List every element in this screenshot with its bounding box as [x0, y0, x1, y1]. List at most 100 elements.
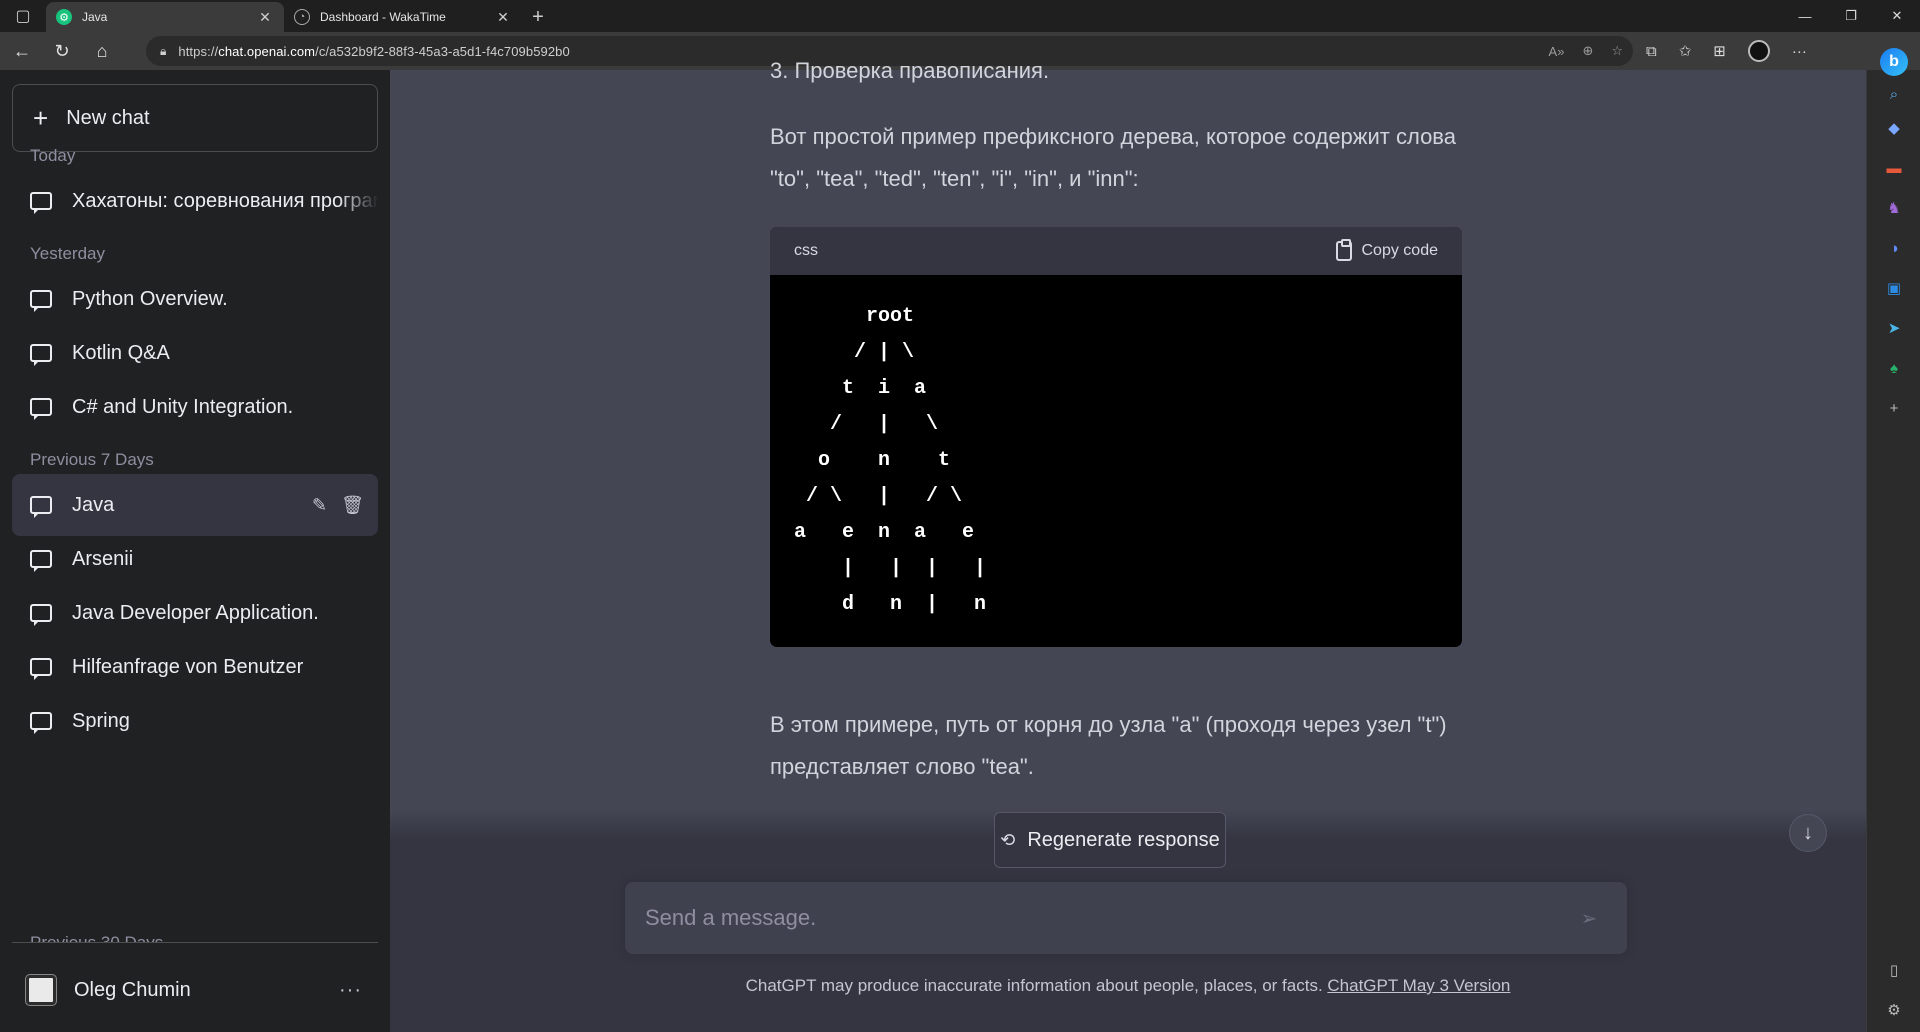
chat-item-python-overview[interactable]: Python Overview.: [12, 268, 378, 330]
message-input[interactable]: [645, 905, 1569, 931]
extensions-icon[interactable]: ⧉: [1646, 43, 1657, 60]
assistant-message-partial-line: 3. Проверка правописания.: [770, 58, 1050, 83]
new-chat-label: New chat: [66, 106, 150, 129]
more-options-icon: ···: [339, 978, 362, 1001]
tab-actions-icon[interactable]: ▢: [0, 0, 46, 32]
delete-chat-icon[interactable]: 🗑︎: [341, 495, 364, 516]
arrow-down-icon: ↓: [1803, 821, 1813, 844]
chat-bubble-icon: [30, 550, 52, 572]
chat-item-hackathons[interactable]: Хахатоны: соревнования программистов: [12, 170, 378, 232]
close-tab-icon[interactable]: ✕: [494, 9, 512, 26]
tree-icon[interactable]: ♠: [1867, 356, 1920, 380]
edge-sidebar: b ⌕ ◆ ▬ ♞ ◑ ▣ ➤ ♠ + ▯ ⚙: [1866, 48, 1920, 1032]
chat-item-arsenii[interactable]: Arsenii: [12, 528, 378, 590]
code-language-label: css: [794, 242, 818, 259]
lock-icon[interactable]: 🔒︎: [160, 44, 166, 59]
tab-title: Dashboard - WakaTime: [320, 10, 446, 24]
user-avatar: [25, 974, 57, 1006]
section-title-previous-30-days: Previous 30 Days: [30, 934, 163, 942]
refresh-icon[interactable]: ↻: [44, 35, 80, 67]
bing-chat-icon[interactable]: b: [1880, 48, 1908, 76]
chat-bubble-icon: [30, 290, 52, 312]
collections-icon[interactable]: ⊞: [1713, 42, 1726, 60]
outlook-icon[interactable]: ▣: [1867, 276, 1920, 300]
chat-item-hilfeanfrage[interactable]: Hilfeanfrage von Benutzer: [12, 636, 378, 698]
clipboard-icon: [1335, 239, 1352, 261]
conversation-panel: 3. Проверка правописания. Вот простой пр…: [390, 58, 1866, 1032]
chat-item-java[interactable]: Java ✎ 🗑︎: [12, 474, 378, 536]
chat-item-java-developer-application[interactable]: Java Developer Application.: [12, 582, 378, 644]
close-window-icon[interactable]: ✕: [1874, 0, 1920, 32]
regenerate-response-button[interactable]: ⟲ Regenerate response: [994, 812, 1226, 868]
chat-item-kotlin-qa[interactable]: Kotlin Q&A: [12, 322, 378, 384]
user-name: Oleg Chumin: [74, 978, 191, 1001]
chat-bubble-icon: [30, 496, 52, 518]
profile-avatar[interactable]: [1747, 40, 1770, 62]
restore-icon[interactable]: ❐: [1828, 0, 1874, 32]
microsoft-365-icon[interactable]: ◑: [1867, 236, 1920, 260]
user-menu-button[interactable]: Oleg Chumin ···: [12, 960, 378, 1020]
chat-item-label: Python Overview.: [72, 287, 228, 310]
code-content[interactable]: root / | \ t i a / | \ o n t / \ | / \ a…: [770, 275, 1462, 647]
chat-bubble-icon: [30, 344, 52, 366]
telegram-icon[interactable]: ➤: [1867, 316, 1920, 340]
favorites-icon[interactable]: ✩: [1679, 42, 1692, 60]
search-icon[interactable]: ⌕: [1867, 82, 1920, 106]
chat-history-sidebar: + New chat Today Хахатоны: соревнования …: [0, 70, 390, 1032]
new-chat-button[interactable]: + New chat: [12, 84, 378, 152]
disclaimer-text: ChatGPT may produce inaccurate informati…: [745, 976, 1511, 995]
copy-code-button[interactable]: Copy code: [1335, 239, 1438, 261]
back-icon[interactable]: ←: [4, 35, 40, 67]
minimize-icon[interactable]: —: [1782, 0, 1828, 32]
wakatime-favicon-icon: ◔: [294, 9, 310, 25]
new-tab-button[interactable]: +: [522, 2, 554, 32]
code-block-header: css Copy code: [770, 227, 1462, 275]
code-block: css Copy code root / | \ t i a / | \ o n…: [770, 227, 1462, 647]
chat-item-label: Java: [72, 493, 115, 516]
chat-item-label: Хахатоны: соревнования программистов: [72, 189, 378, 212]
chat-item-label: Java Developer Application.: [72, 601, 319, 624]
settings-more-icon[interactable]: ···: [1792, 43, 1807, 60]
shopping-tag-icon[interactable]: ◆: [1867, 116, 1920, 140]
chat-bubble-icon: [30, 604, 52, 626]
games-icon[interactable]: ♞: [1867, 196, 1920, 220]
browser-tab-strip: ▢ ⚙ Java ✕ ◔ Dashboard - WakaTime ✕ + — …: [0, 0, 1920, 32]
refresh-icon: ⟲: [1000, 829, 1016, 850]
close-tab-icon[interactable]: ✕: [256, 9, 274, 26]
scroll-to-bottom-button[interactable]: ↓: [1789, 814, 1827, 852]
tab-title: Java: [82, 10, 108, 24]
sidebar-layout-icon[interactable]: ▯: [1867, 958, 1920, 982]
zoom-icon[interactable]: ⊕: [1582, 43, 1593, 59]
version-link[interactable]: ChatGPT May 3 Version: [1327, 976, 1510, 995]
favorite-add-icon[interactable]: ☆: [1611, 43, 1623, 59]
chat-item-spring[interactable]: Spring: [12, 690, 378, 752]
sidebar-settings-gear-icon[interactable]: ⚙: [1867, 998, 1920, 1022]
browser-tab-wakatime[interactable]: ◔ Dashboard - WakaTime ✕: [284, 2, 522, 32]
read-aloud-icon[interactable]: A»: [1549, 44, 1565, 59]
section-title-today: Today: [30, 146, 76, 165]
tools-icon[interactable]: ▬: [1867, 156, 1920, 180]
window-controls: — ❐ ✕: [1782, 0, 1920, 32]
url-text[interactable]: https://chat.openai.com/c/a532b9f2-88f3-…: [178, 44, 569, 59]
openai-favicon-icon: ⚙: [56, 9, 72, 25]
chat-bubble-icon: [30, 192, 52, 214]
assistant-message-paragraph: Вот простой пример префиксного дерева, к…: [770, 124, 1456, 191]
chat-item-label: Kotlin Q&A: [72, 341, 170, 364]
chat-bubble-icon: [30, 398, 52, 420]
plus-icon: +: [33, 102, 49, 133]
chat-item-label: Arsenii: [72, 547, 134, 570]
chat-bubble-icon: [30, 712, 52, 734]
send-icon[interactable]: ➢: [1569, 906, 1609, 931]
edit-title-icon[interactable]: ✎: [312, 495, 327, 516]
divider: [12, 942, 378, 943]
add-sidebar-app-icon[interactable]: +: [1867, 396, 1920, 420]
regenerate-label: Regenerate response: [1027, 828, 1220, 851]
browser-tab-java[interactable]: ⚙ Java ✕: [46, 2, 284, 32]
chat-item-label: Spring: [72, 709, 130, 732]
assistant-message-paragraph: В этом примере, путь от корня до узла "a…: [770, 712, 1447, 779]
chat-bubble-icon: [30, 658, 52, 680]
chat-item-label: C# and Unity Integration.: [72, 395, 294, 418]
message-composer: ➢: [625, 882, 1627, 954]
chat-item-csharp-unity[interactable]: C# and Unity Integration.: [12, 376, 378, 438]
home-icon[interactable]: ⌂: [84, 35, 120, 67]
